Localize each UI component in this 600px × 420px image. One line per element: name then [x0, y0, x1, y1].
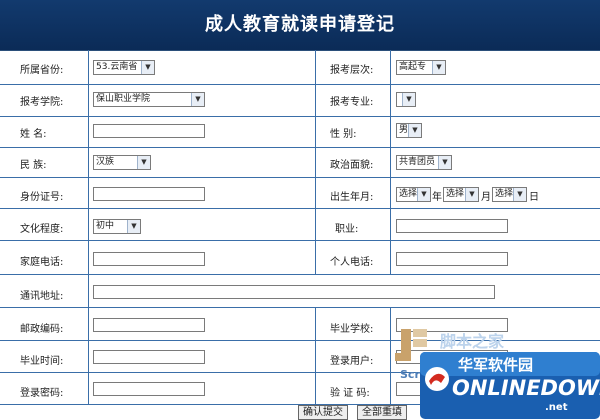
- chevron-down-icon: ▼: [513, 188, 526, 201]
- name-label: 姓 名:: [20, 129, 47, 140]
- grad-school-label: 毕业学校:: [330, 324, 374, 335]
- ethnicity-select[interactable]: 汉族 ▼: [93, 155, 151, 170]
- chevron-down-icon: ▼: [402, 93, 415, 106]
- name-input[interactable]: [93, 124, 205, 138]
- education-select[interactable]: 初中 ▼: [93, 219, 141, 234]
- watermark-cn-text: 华军软件园: [458, 356, 534, 374]
- row-divider: [0, 307, 600, 308]
- row-divider: [0, 240, 600, 241]
- major-label: 报考专业:: [330, 97, 374, 108]
- login-password-label: 登录密码:: [20, 388, 64, 399]
- watermark-en-text: ONLINEDOWN: [452, 376, 600, 400]
- row-divider: [0, 147, 600, 148]
- watermark-jb-text: 脚本之家: [440, 332, 505, 351]
- political-value: 共青团员: [399, 157, 436, 167]
- province-select[interactable]: 53.云南省 ▼: [93, 60, 155, 75]
- col-divider: [315, 50, 316, 274]
- chevron-down-icon: ▼: [438, 156, 451, 169]
- gender-select[interactable]: 男 ▼: [396, 123, 422, 138]
- birth-month-select[interactable]: 选择 ▼: [443, 187, 479, 202]
- birth-month-unit: 月: [481, 192, 491, 203]
- political-label: 政治面貌:: [330, 160, 374, 171]
- col-divider: [88, 50, 89, 405]
- job-input[interactable]: [396, 219, 508, 233]
- gender-label: 性 别:: [330, 129, 357, 140]
- verify-code-label: 验 证 码:: [330, 388, 370, 399]
- birth-year-unit: 年: [432, 192, 442, 203]
- watermark-suffix-text: .net: [545, 402, 568, 413]
- login-password-input[interactable]: [93, 382, 205, 396]
- college-value: 保山职业学院: [96, 94, 151, 104]
- chevron-down-icon: ▼: [127, 220, 140, 233]
- row-divider: [0, 274, 600, 275]
- chevron-down-icon: ▼: [432, 61, 445, 74]
- education-value: 初中: [96, 221, 115, 231]
- row-divider: [0, 177, 600, 178]
- home-phone-label: 家庭电话:: [20, 257, 64, 268]
- province-label: 所属省份:: [20, 65, 64, 76]
- row-divider: [0, 340, 600, 341]
- login-user-label: 登录用户:: [330, 356, 374, 367]
- birth-year-select[interactable]: 选择 ▼: [396, 187, 431, 202]
- ethnicity-value: 汉族: [96, 157, 115, 167]
- major-select[interactable]: ▼: [396, 92, 416, 107]
- birth-day-value: 选择: [495, 189, 514, 199]
- job-label: 职业:: [335, 224, 359, 235]
- birth-day-select[interactable]: 选择 ▼: [492, 187, 527, 202]
- chevron-down-icon: ▼: [137, 156, 150, 169]
- gender-value: 男: [399, 125, 409, 135]
- chevron-down-icon: ▼: [465, 188, 478, 201]
- birth-label: 出生年月:: [330, 192, 374, 203]
- col-divider: [315, 307, 316, 405]
- row-divider: [0, 116, 600, 117]
- exam-level-select[interactable]: 高起专 ▼: [396, 60, 446, 75]
- chevron-down-icon: ▼: [417, 188, 430, 201]
- reset-button[interactable]: 全部重填: [357, 405, 407, 420]
- education-label: 文化程度:: [20, 224, 64, 235]
- row-divider: [0, 84, 600, 85]
- row-divider: [0, 208, 600, 209]
- page-title: 成人教育就读申请登记: [205, 14, 395, 35]
- postcode-label: 邮政编码:: [20, 324, 64, 335]
- address-input[interactable]: [93, 285, 495, 299]
- col-divider: [390, 307, 391, 405]
- college-label: 报考学院:: [20, 97, 64, 108]
- id-number-label: 身份证号:: [20, 192, 64, 203]
- birth-day-unit: 日: [529, 192, 539, 203]
- globe-icon: [425, 367, 449, 391]
- id-number-input[interactable]: [93, 187, 205, 201]
- mobile-label: 个人电话:: [330, 257, 374, 268]
- province-value: 53.云南省: [96, 62, 138, 72]
- exam-level-value: 高起专: [399, 62, 427, 72]
- postcode-input[interactable]: [93, 318, 205, 332]
- chevron-down-icon: ▼: [191, 93, 204, 106]
- grad-time-label: 毕业时间:: [20, 356, 64, 367]
- col-divider: [390, 50, 391, 274]
- college-select[interactable]: 保山职业学院 ▼: [93, 92, 205, 107]
- home-phone-input[interactable]: [93, 252, 205, 266]
- ethnicity-label: 民 族:: [20, 160, 47, 171]
- mobile-input[interactable]: [396, 252, 508, 266]
- birth-month-value: 选择: [446, 189, 465, 199]
- chevron-down-icon: ▼: [141, 61, 154, 74]
- grad-time-input[interactable]: [93, 350, 205, 364]
- submit-button[interactable]: 确认提交: [298, 405, 348, 420]
- exam-level-label: 报考层次:: [330, 65, 374, 76]
- chevron-down-icon: ▼: [408, 124, 421, 137]
- address-label: 通讯地址:: [20, 291, 64, 302]
- birth-year-value: 选择: [399, 189, 418, 199]
- political-select[interactable]: 共青团员 ▼: [396, 155, 452, 170]
